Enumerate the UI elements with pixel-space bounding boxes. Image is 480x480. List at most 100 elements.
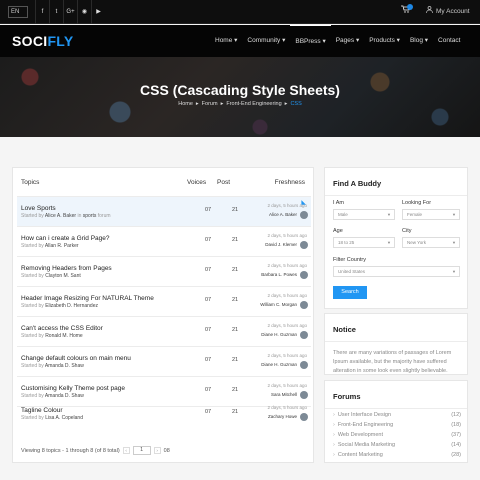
widget-title: Find A Buddy [333,179,382,188]
freshness-time[interactable]: 2 days, 5 hours ago [267,353,307,358]
last-user[interactable]: Alice A. Baker [269,212,297,217]
author-link[interactable]: Allan R. Parker [45,243,79,249]
author-link[interactable]: Lisa A. Copeland [45,415,83,421]
forum-item[interactable]: › Front-End Engineering (18) [333,422,461,428]
breadcrumb-front-end[interactable]: Front-End Engineering [226,101,281,107]
voices-count: 07 [205,409,212,415]
topic-title[interactable]: How can i create a Grid Page? [21,235,110,242]
my-account-link[interactable]: My Account [426,0,470,24]
freshness-time[interactable]: 2 days, 5 hours ago [267,323,307,328]
author-link[interactable]: Amanda D. Shaw [45,393,84,399]
table-row[interactable]: Header Image Resizing For NATURAL Theme … [17,286,311,316]
last-user[interactable]: William C. Morgan [260,302,297,307]
facebook-icon[interactable]: f [35,0,49,24]
topic-title[interactable]: Tagline Colour [21,407,63,414]
nav-home[interactable]: Home ▾ [210,25,242,57]
freshness-time[interactable]: 2 days, 5 hours ago [267,203,307,208]
last-user[interactable]: Zachary Howe [268,414,297,419]
avatar[interactable] [300,241,308,249]
voices-count: 07 [205,387,212,393]
forum-item[interactable]: › User Interface Design (12) [333,412,461,418]
search-button[interactable]: Search [333,286,367,299]
language-select[interactable]: EN [8,6,28,18]
table-row[interactable]: Change default colours on main menu Star… [17,346,311,376]
table-row[interactable]: How can i create a Grid Page? Started by… [17,226,311,256]
logo[interactable]: SOCIFLY [12,33,74,49]
nav-contact[interactable]: Contact [433,25,465,57]
last-user[interactable]: Barbara L. Powes [261,272,297,277]
nav-bbpress[interactable]: BBPress ▾ [290,25,331,57]
nav-community[interactable]: Community ▾ [242,25,290,57]
breadcrumb-home[interactable]: Home [178,101,193,107]
chevron-down-icon: ▼ [387,240,391,245]
logo-accent: FLY [47,33,74,49]
table-row[interactable]: Removing Headers from Pages Started by C… [17,256,311,286]
avatar[interactable] [300,361,308,369]
forums-widget: Forums › User Interface Design (12) › Front… [324,380,468,463]
freshness-time[interactable]: 2 days, 5 hours ago [267,263,307,268]
breadcrumb-forum[interactable]: Forum [202,101,218,107]
city-select[interactable]: New York ▼ [402,237,460,248]
find-buddy-widget: Find A Buddy I Am Male ▼ Looking For Fema… [324,167,468,309]
posts-count: 21 [232,409,239,415]
last-user[interactable]: Sara Mitchell [271,392,297,397]
forum-item[interactable]: › Content Marketing (28) [333,452,461,458]
avatar[interactable] [300,301,308,309]
avatar[interactable] [300,413,308,421]
divider [325,195,467,196]
avatar[interactable] [300,391,308,399]
topic-title[interactable]: Header Image Resizing For NATURAL Theme [21,295,154,302]
rss-icon[interactable]: ◉ [77,0,91,24]
breadcrumb-separator-icon: ▸ [220,101,224,107]
freshness-time[interactable]: 2 days, 5 hours ago [267,383,307,388]
topic-author: Started by Amanda D. Shaw [21,363,84,369]
voices-count: 07 [205,267,212,273]
nav-blog[interactable]: Blog ▾ [405,25,433,57]
voices-count: 07 [205,207,212,213]
table-row[interactable]: Customising Kelly Theme post page Starte… [17,376,311,406]
i-am-select[interactable]: Male ▼ [333,209,395,220]
voices-count: 07 [205,327,212,333]
looking-for-label: Looking For [402,200,432,206]
table-row[interactable]: Can't access the CSS Editor Started by R… [17,316,311,346]
topic-title[interactable]: Removing Headers from Pages [21,265,112,272]
chevron-right-icon: › [333,412,335,418]
prev-page-button[interactable]: ‹ [122,447,130,454]
divider [325,408,467,409]
avatar[interactable] [300,331,308,339]
age-select[interactable]: 18 to 25 ▼ [333,237,395,248]
author-link[interactable]: Clayton M. Sant [45,273,81,279]
author-link[interactable]: Elizabeth D. Hernandez [45,303,98,309]
twitter-icon[interactable]: t [49,0,63,24]
topic-title[interactable]: Customising Kelly Theme post page [21,385,125,392]
author-link[interactable]: Ronald M. Home [45,333,83,339]
freshness-time[interactable]: 2 days, 5 hours ago [267,405,307,410]
table-row[interactable]: Tagline Colour Started by Lisa A. Copela… [17,405,311,436]
forum-link[interactable]: sports [83,213,97,219]
topic-title[interactable]: Change default colours on main menu [21,355,131,362]
last-user[interactable]: Diane H. Guzman [261,332,297,337]
logo-text: SOCI [12,33,48,49]
country-select[interactable]: United States ▼ [333,266,460,277]
author-link[interactable]: Amanda D. Shaw [45,363,84,369]
page-input[interactable]: 1 [132,446,151,455]
looking-for-select[interactable]: Female ▼ [402,209,460,220]
header-freshness: Freshness [274,179,305,186]
freshness-time[interactable]: 2 days, 5 hours ago [267,293,307,298]
forum-item[interactable]: › Social Media Marketing (14) [333,442,461,448]
avatar[interactable] [300,271,308,279]
topic-title[interactable]: Love Sports [21,205,56,212]
next-page-button[interactable]: › [153,447,161,454]
google-plus-icon[interactable]: G+ [63,0,77,24]
avatar[interactable] [300,211,308,219]
topic-title[interactable]: Can't access the CSS Editor [21,325,103,332]
table-row[interactable]: ◣ Love Sports Started by Alice A. Baker … [17,196,311,226]
nav-pages[interactable]: Pages ▾ [331,25,365,57]
forum-item[interactable]: › Web Development (37) [333,432,461,438]
freshness-time[interactable]: 2 days, 5 hours ago [267,233,307,238]
last-user[interactable]: David J. Klemer [265,242,297,247]
author-link[interactable]: Alice A. Baker [45,213,76,219]
nav-products[interactable]: Products ▾ [364,25,405,57]
last-user[interactable]: Diane H. Guzman [261,362,297,367]
youtube-icon[interactable]: ▶ [91,0,105,24]
